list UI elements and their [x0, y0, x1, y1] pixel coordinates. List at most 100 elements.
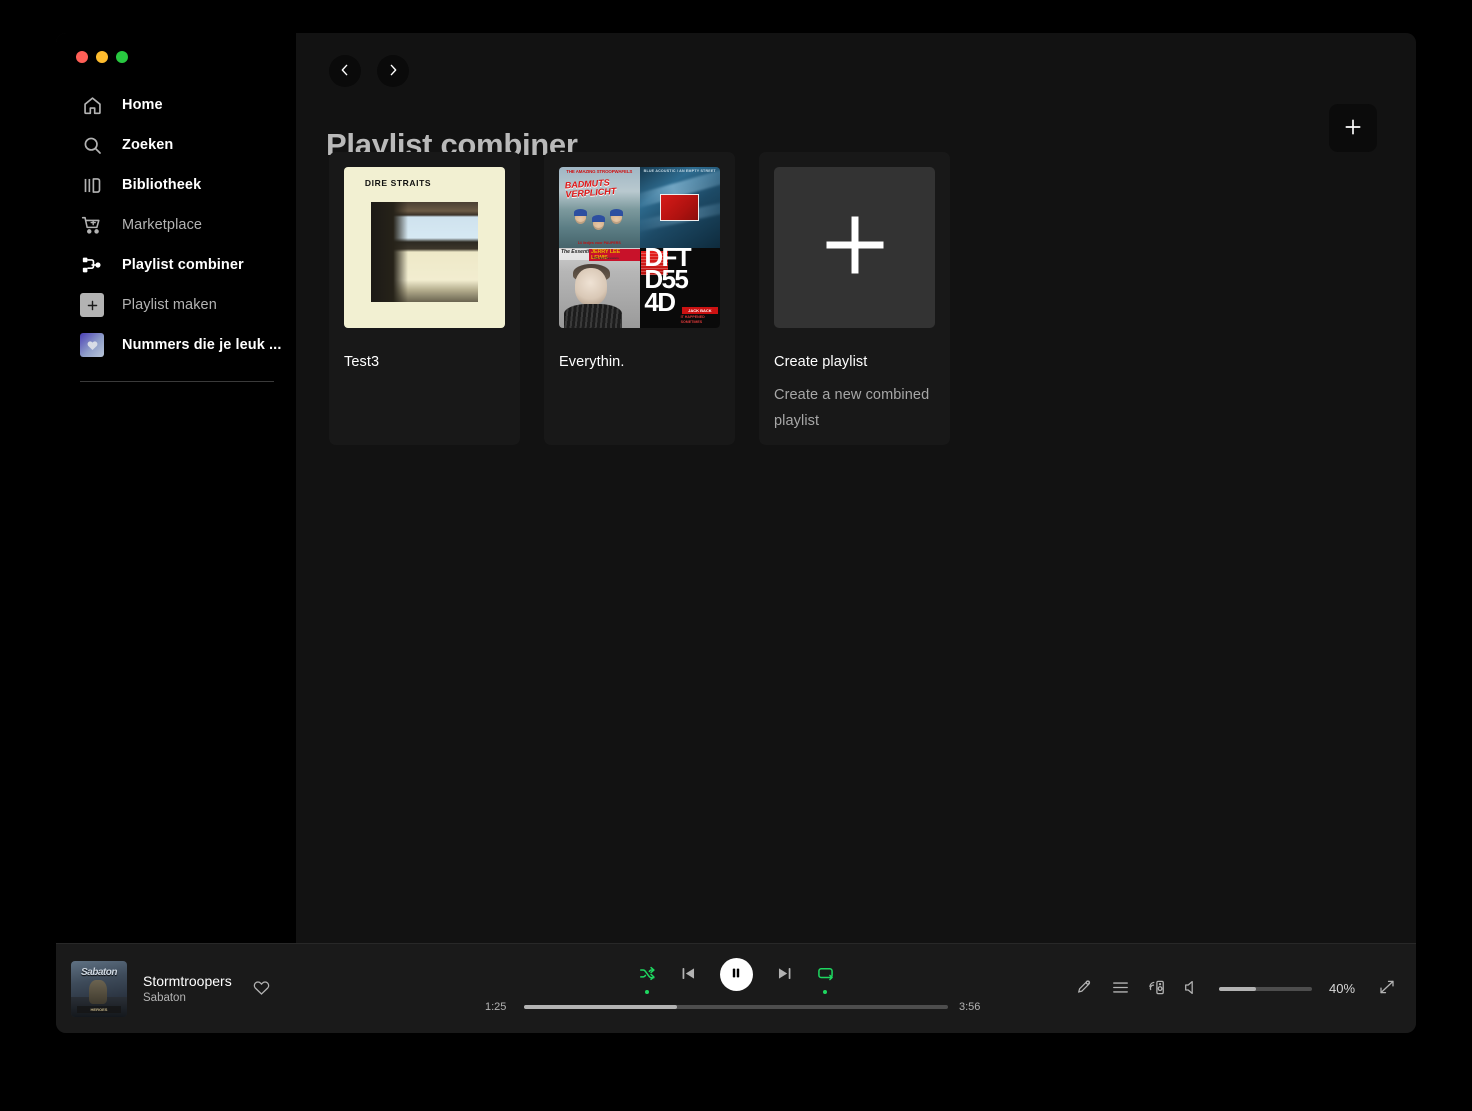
album-art-strip-text: HEROES: [76, 1005, 122, 1013]
sidebar-divider: [80, 381, 274, 382]
home-icon: [80, 93, 104, 117]
cover-title-text: BADMUTS VERPLICHT: [564, 177, 617, 199]
chevron-left-icon: [337, 62, 353, 81]
sidebar-item-liked-songs[interactable]: Nummers die je leuk ...: [56, 325, 296, 365]
queue-button[interactable]: [1111, 978, 1130, 1000]
cover-jerry-lee-lewis: The Essential JERRY LEE LEWIS The Sun Se…: [559, 247, 640, 328]
sidebar-item-home-label: Home: [122, 97, 163, 113]
shopping-cart-icon: [80, 213, 104, 237]
playback-controls: 1:25 3:56: [485, 958, 987, 1013]
next-button[interactable]: [775, 964, 794, 986]
app-window: Home Zoeken Bibliotheek Marketplace Play…: [56, 33, 1416, 1033]
sidebar-item-playlist-maken-label: Playlist maken: [122, 297, 217, 313]
heart-outline-icon: [252, 978, 271, 1000]
progress-row: 1:25 3:56: [485, 1001, 987, 1013]
shuffle-active-dot: [645, 989, 649, 994]
cover-badmuts-verplicht: THE AMAZING STROOPWAFELS BADMUTS VERPLIC…: [559, 167, 640, 248]
sidebar-item-home[interactable]: Home: [56, 85, 296, 125]
player-bar: Sabaton HEROES Stormtroopers Sabaton 1:2…: [56, 943, 1416, 1033]
track-artist[interactable]: Sabaton: [143, 992, 232, 1004]
now-playing: Sabaton HEROES Stormtroopers Sabaton: [56, 960, 376, 1017]
sidebar-item-marketplace[interactable]: Marketplace: [56, 205, 296, 245]
minimize-window-button[interactable]: [96, 51, 108, 63]
now-playing-album-art[interactable]: Sabaton HEROES: [71, 960, 127, 1017]
volume-slider[interactable]: [1219, 986, 1312, 991]
add-playlist-button[interactable]: [1329, 104, 1377, 152]
sidebar-item-playlist-maken[interactable]: Playlist maken: [56, 285, 296, 325]
fullscreen-button[interactable]: [1378, 978, 1396, 999]
create-playlist-subtitle: Create a new combined playlist: [774, 387, 930, 430]
expand-arrows-icon: [1378, 978, 1396, 999]
cover-red-panel: [660, 193, 700, 221]
playlist-cover-art: THE AMAZING STROOPWAFELS BADMUTS VERPLIC…: [559, 167, 720, 328]
sidebar-item-playlist-combiner-label: Playlist combiner: [122, 257, 244, 273]
sidebar-nav: Home Zoeken Bibliotheek Marketplace Play…: [56, 85, 296, 365]
search-icon: [80, 133, 104, 157]
volume-button[interactable]: [1183, 978, 1202, 1000]
back-button[interactable]: [329, 55, 361, 87]
sidebar-item-zoeken[interactable]: Zoeken: [56, 125, 296, 165]
window-body: Home Zoeken Bibliotheek Marketplace Play…: [56, 33, 1416, 943]
cover-artist-text: DIRE STRAITS: [364, 178, 432, 189]
sidebar-item-zoeken-label: Zoeken: [122, 137, 174, 153]
plus-icon: [817, 207, 893, 288]
main-content: Playlist combiner DIRE STRAITS Test3 THE…: [296, 33, 1416, 943]
playlist-card-title: Test3: [344, 354, 380, 370]
forward-button[interactable]: [377, 55, 409, 87]
sidebar-item-marketplace-label: Marketplace: [122, 217, 203, 233]
like-button[interactable]: [252, 978, 271, 1000]
duration-time: 3:56: [959, 1001, 981, 1013]
previous-button[interactable]: [679, 964, 698, 986]
cover-subtitle-text: IT HAPPENED SOMETIMES: [680, 314, 705, 325]
library-icon: [80, 173, 104, 197]
close-window-button[interactable]: [76, 51, 88, 63]
sidebar: Home Zoeken Bibliotheek Marketplace Play…: [56, 33, 296, 943]
liked-songs-heart-icon: [80, 333, 104, 357]
volume-icon: [1183, 978, 1202, 1000]
plus-tile-icon: [80, 293, 104, 317]
create-playlist-art: [774, 167, 935, 328]
chevron-right-icon: [385, 62, 401, 81]
repeat-button[interactable]: [816, 964, 835, 994]
connect-device-button[interactable]: [1147, 978, 1166, 1000]
create-playlist-card[interactable]: Create playlist Create a new combined pl…: [759, 152, 950, 445]
cover-title-text: BLUE ACOUSTIC / AN EMPTY STREET: [643, 169, 716, 173]
lyrics-button[interactable]: [1075, 978, 1094, 1000]
sidebar-item-playlist-combiner[interactable]: Playlist combiner: [56, 245, 296, 285]
repeat-icon: [816, 964, 835, 986]
cover-badge-text: JACK BACK: [682, 307, 718, 315]
cover-tagline-text: 14 liedjes voor PAUPERS: [577, 240, 621, 245]
cover-title-text: DFT D55 4D: [644, 247, 691, 317]
zoom-window-button[interactable]: [116, 51, 128, 63]
volume-fill: [1219, 986, 1257, 991]
sidebar-item-bibliotheek-label: Bibliotheek: [122, 177, 202, 193]
now-playing-text: Stormtroopers Sabaton: [143, 973, 232, 1004]
playlist-card-grid: DIRE STRAITS Test3 THE AMAZING STROOPWAF…: [329, 152, 950, 445]
cover-subtitle-text: The Sun Sessions: [593, 255, 619, 260]
playlist-card-test3[interactable]: DIRE STRAITS Test3: [329, 152, 520, 445]
cover-blue-acoustic: BLUE ACOUSTIC / AN EMPTY STREET: [639, 167, 720, 248]
sidebar-item-bibliotheek[interactable]: Bibliotheek: [56, 165, 296, 205]
connect-to-device-icon: [1147, 978, 1166, 1000]
play-pause-button[interactable]: [719, 958, 753, 991]
create-playlist-title: Create playlist: [774, 354, 868, 370]
sidebar-item-liked-songs-label: Nummers die je leuk ...: [122, 337, 282, 353]
track-title[interactable]: Stormtroopers: [143, 973, 232, 989]
cover-photo-shade: [371, 202, 409, 303]
mosaic-4-covers-icon: THE AMAZING STROOPWAFELS BADMUTS VERPLIC…: [559, 167, 720, 328]
playlist-cover-art: DIRE STRAITS: [344, 167, 505, 328]
playlist-card-title: Everythin.: [559, 354, 625, 370]
cover-band-text: THE AMAZING STROOPWAFELS: [566, 169, 633, 174]
skip-previous-icon: [679, 964, 698, 986]
shuffle-button[interactable]: [638, 964, 657, 994]
album-art-band-text: Sabaton: [81, 966, 117, 978]
playback-button-row: [638, 958, 835, 994]
plus-icon: [1343, 117, 1363, 140]
player-right-controls: 40%: [1075, 944, 1396, 1033]
playlist-card-everythin[interactable]: THE AMAZING STROOPWAFELS BADMUTS VERPLIC…: [544, 152, 735, 445]
share-nodes-icon: [80, 253, 104, 277]
progress-slider[interactable]: [524, 1005, 948, 1009]
window-traffic-lights: [76, 51, 128, 63]
elapsed-time: 1:25: [485, 1001, 507, 1013]
history-navigation: [329, 55, 409, 87]
